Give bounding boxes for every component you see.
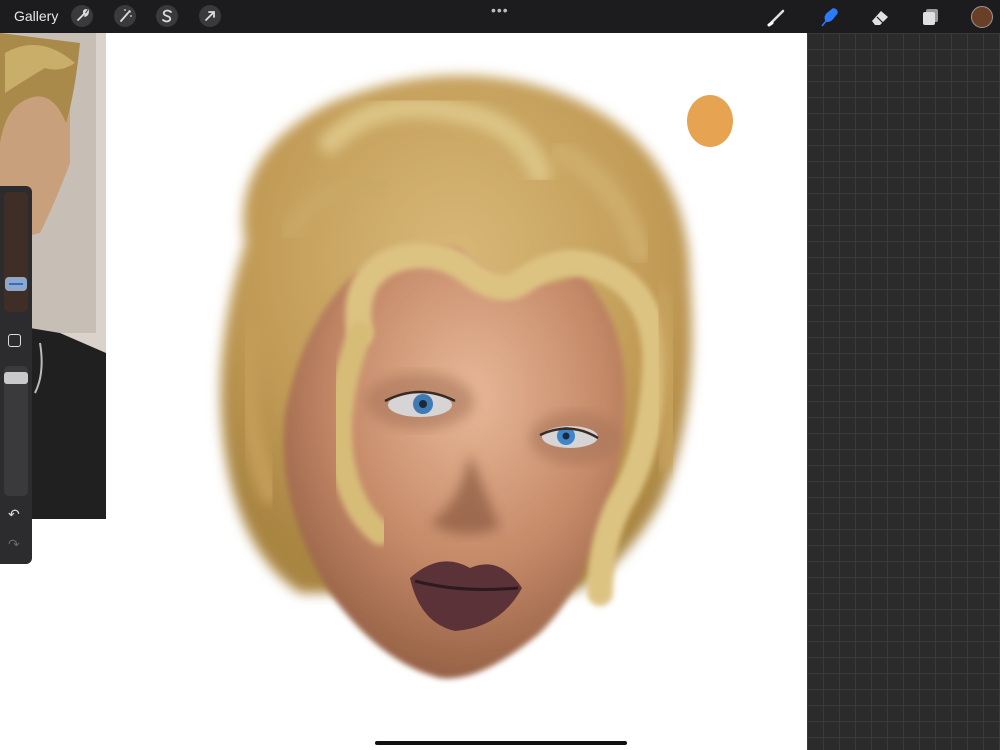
gallery-button[interactable]: Gallery xyxy=(14,8,58,24)
drawing-canvas[interactable] xyxy=(0,33,807,750)
top-toolbar: Gallery ••• xyxy=(0,0,1000,33)
selection-s-icon[interactable] xyxy=(156,5,178,27)
arrow-transform-icon[interactable] xyxy=(199,5,221,27)
smudge-finger-icon[interactable] xyxy=(818,6,840,28)
current-color-button[interactable] xyxy=(971,6,993,28)
opacity-slider[interactable] xyxy=(4,366,28,496)
left-sidebar: ↶ ↷ xyxy=(0,186,32,564)
opacity-handle[interactable] xyxy=(4,372,28,384)
modify-button[interactable] xyxy=(8,334,21,347)
more-options-handle[interactable]: ••• xyxy=(491,2,509,18)
home-indicator[interactable] xyxy=(375,741,627,745)
eraser-icon[interactable] xyxy=(869,6,891,28)
undo-icon[interactable]: ↶ xyxy=(8,506,20,523)
color-swatch-dab xyxy=(687,95,733,147)
brush-icon[interactable] xyxy=(766,6,788,28)
magic-wand-icon[interactable] xyxy=(114,5,136,27)
painting xyxy=(0,33,733,679)
redo-icon[interactable]: ↷ xyxy=(8,536,20,553)
workspace-grid xyxy=(807,33,1000,750)
brush-size-handle[interactable] xyxy=(5,277,27,291)
brush-size-slider[interactable] xyxy=(4,192,28,312)
layers-icon[interactable] xyxy=(920,6,942,28)
wrench-icon[interactable] xyxy=(71,5,93,27)
